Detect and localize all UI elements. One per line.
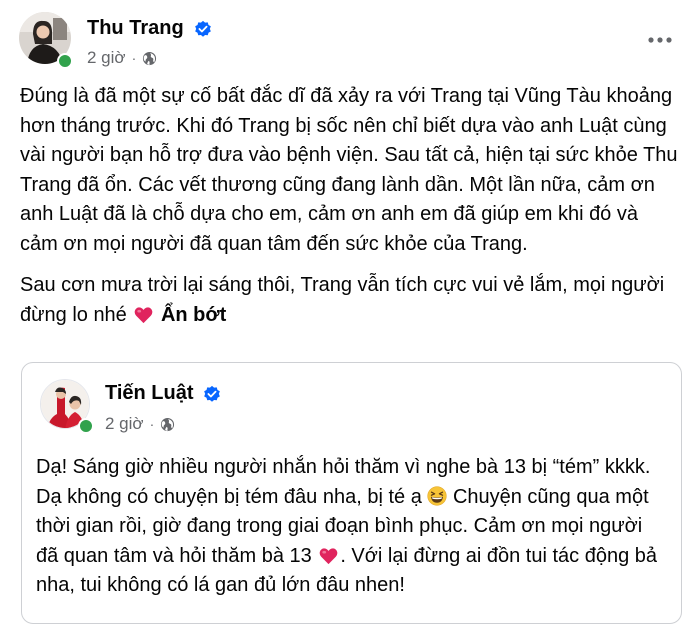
verified-badge-icon [195, 20, 211, 37]
shared-post-text: Dạ! Sáng giờ nhiều người nhắn hỏi thăm v… [36, 453, 666, 601]
post-paragraph: Đúng là đã một sự cố bất đắc dĩ đã xảy r… [20, 85, 678, 255]
post-text: Đúng là đã một sự cố bất đắc dĩ đã xảy r… [20, 82, 680, 330]
shared-post-meta: 2 giờ · [105, 414, 175, 434]
shared-online-status-dot [78, 418, 94, 434]
shared-post-time[interactable]: 2 giờ [105, 414, 144, 434]
red-heart-emoji [135, 306, 153, 323]
post-paragraph-text: Sau cơn mưa trời lại sáng thôi, Trang vẫ… [20, 274, 665, 326]
grinning-squinting-face-emoji [427, 485, 447, 506]
post-paragraph-last: Sau cơn mưa trời lại sáng thôi, Trang vẫ… [20, 271, 680, 330]
shared-post[interactable]: Tiến Luật 2 giờ · Dạ! Sáng giờ nhiều ngư… [21, 362, 682, 624]
more-options-icon [648, 37, 672, 43]
online-status-dot [57, 53, 73, 69]
meta-separator: · [149, 416, 155, 432]
author-name[interactable]: Thu Trang [87, 17, 184, 40]
globe-icon[interactable] [142, 51, 157, 66]
verified-badge-icon [204, 385, 220, 402]
globe-icon[interactable] [160, 417, 175, 432]
post-time[interactable]: 2 giờ [87, 48, 126, 68]
shared-post-paragraph: Dạ! Sáng giờ nhiều người nhắn hỏi thăm v… [36, 453, 666, 601]
more-options-button[interactable] [646, 30, 674, 50]
see-less-link[interactable]: Ẩn bớt [161, 304, 226, 326]
facebook-post: Thu Trang 2 giờ · Đúng là đã một sự cố b… [0, 0, 700, 624]
post-meta: 2 giờ · [87, 48, 157, 68]
meta-separator: · [131, 50, 137, 66]
red-heart-emoji [319, 547, 338, 564]
shared-author-name[interactable]: Tiến Luật [105, 382, 194, 405]
